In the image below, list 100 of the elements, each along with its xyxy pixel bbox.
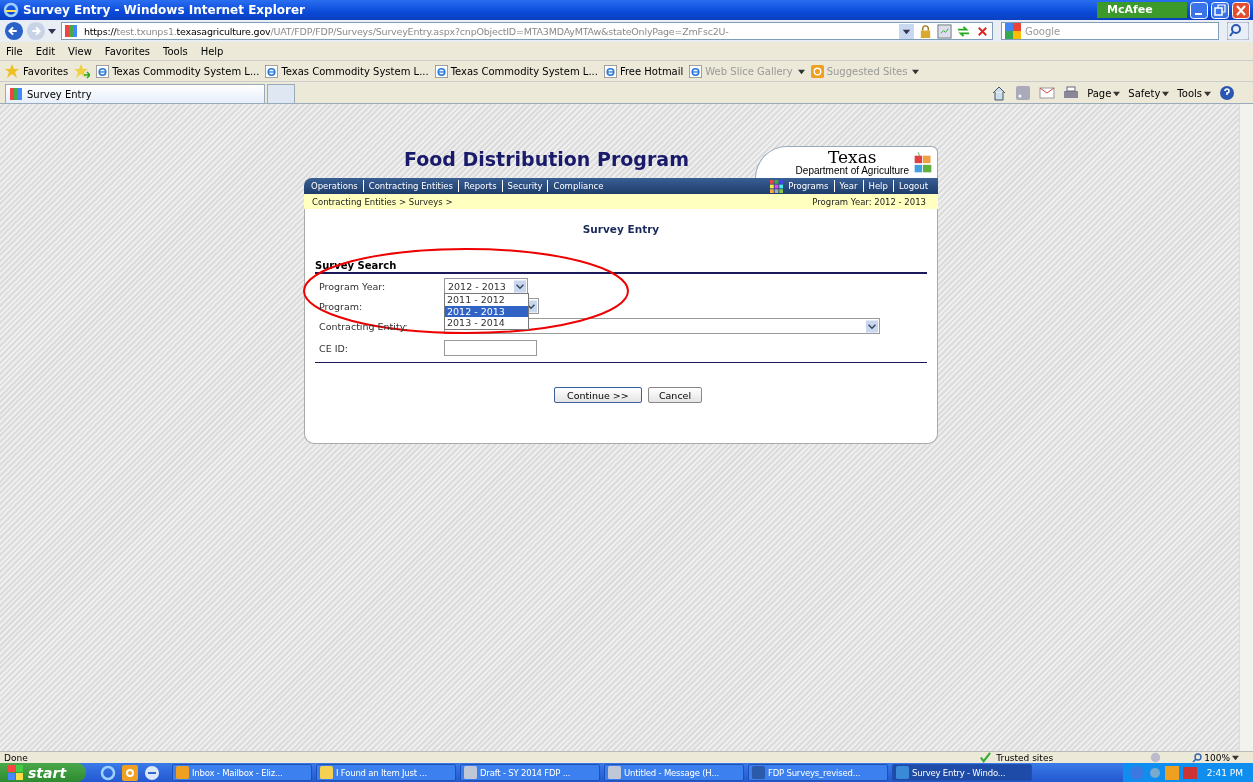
text-field[interactable] — [444, 340, 537, 356]
print-icon[interactable] — [1063, 85, 1080, 101]
star-icon — [4, 63, 20, 79]
menu-item[interactable]: Help — [200, 45, 224, 57]
caret-icon[interactable] — [899, 23, 914, 39]
caret-icon — [1232, 754, 1239, 761]
caret-icon — [912, 67, 920, 75]
tab-title: Survey Entry — [27, 88, 92, 100]
app-icon — [464, 766, 477, 779]
caret-icon — [514, 279, 526, 293]
cancel-button[interactable]: Cancel — [647, 387, 703, 403]
nav-link[interactable]: Compliance — [553, 181, 604, 191]
taskbar-item[interactable]: Draft - SY 2014 FDP ... — [460, 764, 600, 781]
menu-item[interactable]: View — [68, 45, 92, 57]
field-label: Program Year: — [319, 280, 387, 292]
menu-item[interactable]: File — [6, 45, 23, 57]
command-menu[interactable]: Tools — [1177, 87, 1211, 99]
taskbar-item[interactable]: I Found an Item Just ... — [316, 764, 456, 781]
favorite-link[interactable]: Free Hotmail — [603, 64, 684, 78]
scrollbar[interactable] — [1239, 104, 1253, 751]
window-title: Survey Entry - Windows Internet Explorer — [23, 3, 305, 17]
menu-item[interactable]: Tools — [163, 45, 188, 57]
nav-link[interactable]: Security — [507, 181, 543, 191]
field-label: CE ID: — [319, 342, 349, 354]
taskbar-item[interactable]: Survey Entry - Windo... — [892, 764, 1032, 781]
field-label: Program: — [319, 300, 364, 312]
favorite-link[interactable]: Texas Commodity System L... — [434, 64, 598, 78]
back-icon[interactable] — [4, 21, 24, 41]
menu-item[interactable]: Edit — [35, 45, 56, 57]
add-favorite-icon[interactable] — [74, 63, 91, 79]
app-icon — [896, 766, 909, 779]
app-icon — [608, 766, 621, 779]
favorites-button[interactable]: Favorites — [4, 63, 69, 79]
dropdown-option[interactable]: 2012 - 2013 — [445, 305, 528, 317]
nav-link[interactable]: Year — [839, 181, 858, 191]
start-button[interactable]: start — [0, 763, 86, 782]
restore-button[interactable] — [1211, 1, 1229, 19]
tray-icons-drawing — [1128, 764, 1199, 781]
padlock-icon[interactable] — [918, 23, 933, 39]
address-field[interactable]: https://test.txunps1.texasagriculture.gov/UAT/FDP/FDP/Surveys/SurveyEntry.aspx?cnpObjectID=MTA3MDAyMTAw&stateOnlyPage=ZmFsc2U- — [61, 22, 993, 40]
site-title: Food Distribution Program — [404, 148, 689, 170]
browser-icon — [3, 2, 19, 18]
app-icon — [320, 766, 333, 779]
mail-icon[interactable] — [1039, 85, 1056, 101]
page-icon — [434, 64, 448, 78]
favorite-link[interactable]: Texas Commodity System L... — [265, 64, 429, 78]
logo-name: Texas — [828, 149, 877, 166]
refresh-icon[interactable] — [956, 23, 971, 39]
compatibility-icon[interactable] — [937, 23, 952, 39]
browser-tab[interactable]: Survey Entry — [5, 84, 265, 103]
caret-icon — [1204, 89, 1211, 97]
app-icon — [176, 766, 189, 779]
site-icon — [10, 88, 22, 100]
browser-icon[interactable] — [100, 764, 116, 781]
suggested-sites-icon — [810, 64, 824, 78]
taskbar-item[interactable]: Untitled - Message (H... — [604, 764, 744, 781]
nav-link[interactable]: Operations — [311, 181, 358, 191]
security-zone: Trusted sites — [996, 752, 1054, 763]
nav-link[interactable]: Contracting Entities — [368, 181, 453, 191]
protected-mode-icon[interactable] — [1149, 751, 1163, 764]
google-icon — [1005, 23, 1021, 39]
nav-link[interactable]: Programs — [788, 181, 829, 191]
nav-link[interactable]: Help — [868, 181, 888, 191]
mcafee-button[interactable]: McAfee — [1097, 2, 1187, 18]
taskbar-item[interactable]: Inbox - Mailbox - Eliz... — [172, 764, 312, 781]
continue-button[interactable]: Continue >> — [553, 387, 642, 403]
taskbar-item[interactable]: FDP Surveys_revised... — [748, 764, 888, 781]
outlook-icon[interactable] — [122, 764, 138, 781]
dropdown-option[interactable]: 2013 - 2014 — [445, 317, 528, 329]
close-button[interactable] — [1232, 1, 1250, 19]
magnifier-icon — [1192, 752, 1203, 763]
caret-icon — [866, 319, 878, 333]
globe-icon[interactable] — [144, 764, 160, 781]
zoom-control[interactable]: 100% — [1192, 752, 1239, 763]
caret-icon — [1113, 89, 1121, 97]
home-icon[interactable] — [991, 85, 1008, 101]
nav-link[interactable]: Reports — [463, 181, 497, 191]
nav-link[interactable]: Logout — [898, 181, 928, 191]
status-text: Done — [4, 752, 28, 763]
logo-subtitle: Department of Agriculture — [795, 166, 909, 176]
help-icon[interactable] — [1219, 85, 1235, 101]
select-field[interactable]: 2012 - 2013 — [444, 278, 528, 294]
minimize-button[interactable] — [1190, 1, 1208, 19]
search-icon[interactable] — [1227, 22, 1249, 40]
page-heading: Survey Entry — [581, 223, 661, 235]
dropdown-option[interactable]: 2011 - 2012 — [445, 294, 528, 306]
page-icon — [603, 64, 617, 78]
caret-icon[interactable] — [48, 27, 56, 35]
url-text: https://test.txunps1.texasagriculture.gov/UAT/FDP/FDP/Surveys/SurveyEntry.aspx?cnpObjectID=MTA3MDAyMTAw&stateOnlyPage=ZmFsc2U- — [84, 25, 730, 37]
program-year-text: Program Year: 2012 - 2013 — [812, 196, 926, 207]
site-icon — [65, 25, 77, 37]
caret-icon — [1162, 89, 1170, 97]
favorite-link[interactable]: Texas Commodity System L... — [96, 64, 260, 78]
page-icon — [689, 64, 703, 78]
command-menu[interactable]: Safety — [1128, 87, 1170, 99]
windows-logo-icon — [8, 764, 24, 781]
menu-item[interactable]: Favorites — [104, 45, 150, 57]
breadcrumb: Contracting Entities > Surveys > — [312, 196, 453, 207]
apps-grid-icon[interactable] — [770, 179, 784, 193]
command-menu[interactable]: Page — [1087, 87, 1121, 99]
